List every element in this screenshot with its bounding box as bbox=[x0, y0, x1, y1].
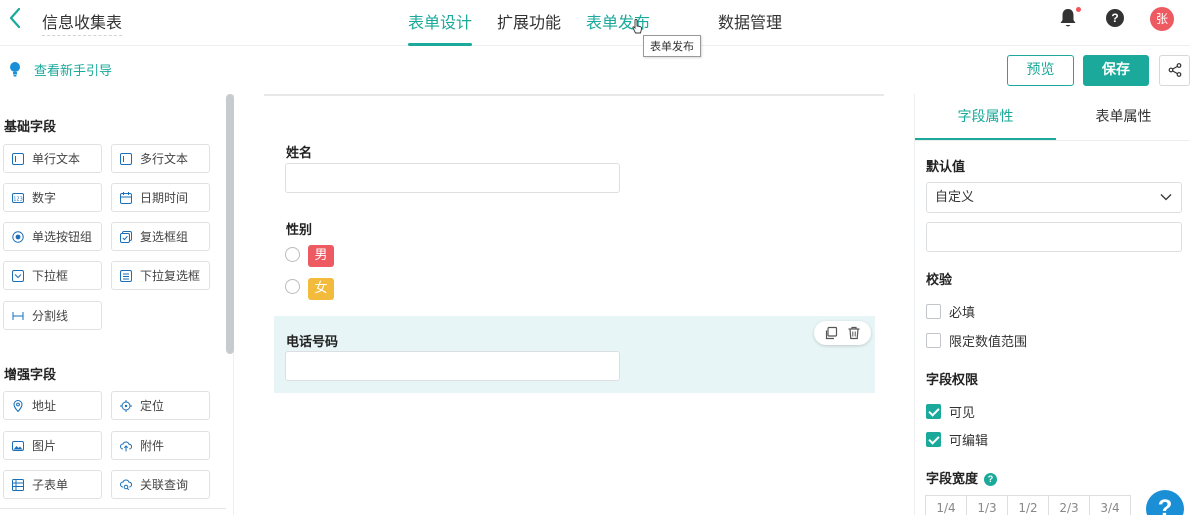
image-icon bbox=[12, 440, 24, 451]
width-option-1-3[interactable]: 1/3 bbox=[966, 495, 1008, 515]
field-dropdown-multi[interactable]: 下拉复选框 bbox=[111, 261, 210, 290]
field-datetime[interactable]: 日期时间 bbox=[111, 183, 210, 212]
required-checkbox[interactable] bbox=[926, 304, 941, 319]
top-header: 信息收集表 表单设计 扩展功能 表单发布 数据管理 表单发布 ? 张 bbox=[0, 0, 1190, 57]
bell-icon[interactable] bbox=[1058, 6, 1082, 29]
textarea-icon bbox=[120, 152, 132, 165]
field-subform[interactable]: 子表单 bbox=[3, 470, 102, 499]
number-icon: 123 bbox=[12, 192, 24, 203]
chevron-down-icon bbox=[1160, 194, 1172, 201]
basic-fields-title: 基础字段 bbox=[4, 120, 57, 135]
tab-form-design[interactable]: 表单设计 bbox=[408, 9, 473, 46]
field-location[interactable]: 定位 bbox=[111, 391, 210, 420]
checkbox-group-icon bbox=[120, 230, 132, 243]
field-address[interactable]: 地址 bbox=[3, 391, 102, 420]
gender-radio-male[interactable] bbox=[285, 247, 300, 262]
canvas-top-border bbox=[264, 94, 884, 96]
default-value-select[interactable]: 自定义 bbox=[926, 182, 1182, 213]
permission-visible[interactable]: 可见 bbox=[926, 402, 975, 421]
share-icon bbox=[1168, 63, 1181, 77]
visible-checkbox[interactable] bbox=[926, 404, 941, 419]
question-icon[interactable]: ? bbox=[984, 473, 998, 486]
crosshair-icon bbox=[120, 399, 132, 412]
default-value-input[interactable] bbox=[926, 222, 1182, 252]
save-button[interactable]: 保存 bbox=[1083, 55, 1149, 86]
gender-option-male: 男 bbox=[308, 245, 334, 267]
field-attachment[interactable]: 附件 bbox=[111, 431, 210, 460]
preview-button[interactable]: 预览 bbox=[1007, 55, 1074, 86]
tab-extensions[interactable]: 扩展功能 bbox=[497, 9, 561, 46]
tooltip: 表单发布 bbox=[643, 35, 701, 57]
field-label-gender: 性别 bbox=[286, 223, 313, 238]
enhanced-fields-title: 增强字段 bbox=[4, 368, 57, 383]
name-input[interactable] bbox=[285, 163, 620, 193]
cloud-search-icon bbox=[120, 479, 132, 490]
phone-input[interactable] bbox=[285, 351, 620, 381]
permission-title: 字段权限 bbox=[926, 373, 979, 388]
field-multi-line-text[interactable]: 多行文本 bbox=[111, 144, 210, 173]
palette-scrollbar[interactable] bbox=[226, 94, 234, 354]
lightbulb-icon bbox=[10, 61, 20, 76]
location-pin-icon bbox=[13, 399, 23, 412]
help-icon[interactable]: ? bbox=[1104, 7, 1126, 29]
gender-option-female: 女 bbox=[308, 278, 334, 300]
tab-form-properties[interactable]: 表单属性 bbox=[1056, 94, 1190, 140]
field-width-options: 1/4 1/3 1/2 2/3 3/4 bbox=[925, 495, 1131, 515]
avatar[interactable]: 张 bbox=[1150, 7, 1174, 31]
field-label-name: 姓名 bbox=[286, 146, 313, 161]
default-value-title: 默认值 bbox=[926, 160, 966, 175]
field-number[interactable]: 123 数字 bbox=[3, 183, 102, 212]
form-canvas: 姓名 性别 男 女 电话号码 bbox=[234, 94, 914, 515]
guide-label: 查看新手引导 bbox=[34, 64, 113, 79]
width-option-1-2[interactable]: 1/2 bbox=[1007, 495, 1049, 515]
gender-radio-female[interactable] bbox=[285, 279, 300, 294]
properties-panel: 字段属性 表单属性 默认值 自定义 校验 必填 限定数值范围 字段权限 可见 可… bbox=[914, 94, 1190, 515]
editable-checkbox[interactable] bbox=[926, 432, 941, 447]
mouse-cursor-icon bbox=[632, 19, 643, 34]
field-radio-group[interactable]: 单选按钮组 bbox=[3, 222, 102, 251]
field-palette: 基础字段 单行文本 多行文本 123 数字 日期时间 单选按钮组 复选框组 下拉… bbox=[0, 94, 234, 515]
permission-editable[interactable]: 可编辑 bbox=[926, 430, 988, 449]
share-button[interactable] bbox=[1159, 55, 1190, 86]
table-icon bbox=[12, 478, 24, 491]
validation-required[interactable]: 必填 bbox=[926, 302, 975, 321]
calendar-icon bbox=[120, 191, 132, 204]
copy-icon[interactable] bbox=[824, 326, 838, 340]
trash-icon[interactable] bbox=[847, 326, 861, 340]
notification-dot bbox=[1075, 6, 1082, 13]
field-linked-query[interactable]: 关联查询 bbox=[111, 470, 210, 499]
tabs-divider bbox=[915, 140, 1190, 141]
palette-divider bbox=[0, 508, 226, 509]
dropdown-checkbox-icon bbox=[120, 269, 132, 282]
guide-link[interactable]: 查看新手引导 bbox=[8, 60, 112, 79]
field-label-phone: 电话号码 bbox=[286, 335, 339, 350]
validation-range[interactable]: 限定数值范围 bbox=[926, 331, 1027, 350]
radio-icon bbox=[12, 230, 24, 243]
back-arrow-icon[interactable] bbox=[8, 6, 30, 32]
width-option-3-4[interactable]: 3/4 bbox=[1089, 495, 1131, 515]
text-input-icon bbox=[12, 152, 24, 165]
field-divider[interactable]: 分割线 bbox=[3, 301, 102, 330]
cloud-upload-icon bbox=[120, 441, 132, 451]
tab-field-properties[interactable]: 字段属性 bbox=[915, 94, 1056, 140]
field-dropdown[interactable]: 下拉框 bbox=[3, 261, 102, 290]
dropdown-icon bbox=[12, 269, 24, 282]
divider-icon bbox=[12, 311, 24, 320]
field-toolbar bbox=[814, 321, 871, 345]
range-checkbox[interactable] bbox=[926, 333, 941, 348]
field-checkbox-group[interactable]: 复选框组 bbox=[111, 222, 210, 251]
default-value-selected: 自定义 bbox=[935, 190, 975, 205]
validation-title: 校验 bbox=[926, 273, 953, 288]
tab-data-management[interactable]: 数据管理 bbox=[718, 9, 782, 46]
svg-text:123: 123 bbox=[13, 196, 23, 202]
width-option-1-4[interactable]: 1/4 bbox=[925, 495, 967, 515]
field-width-title: 字段宽度? bbox=[926, 468, 998, 487]
app-title[interactable]: 信息收集表 bbox=[42, 9, 123, 36]
field-image[interactable]: 图片 bbox=[3, 431, 102, 460]
width-option-2-3[interactable]: 2/3 bbox=[1048, 495, 1090, 515]
field-single-line-text[interactable]: 单行文本 bbox=[3, 144, 102, 173]
